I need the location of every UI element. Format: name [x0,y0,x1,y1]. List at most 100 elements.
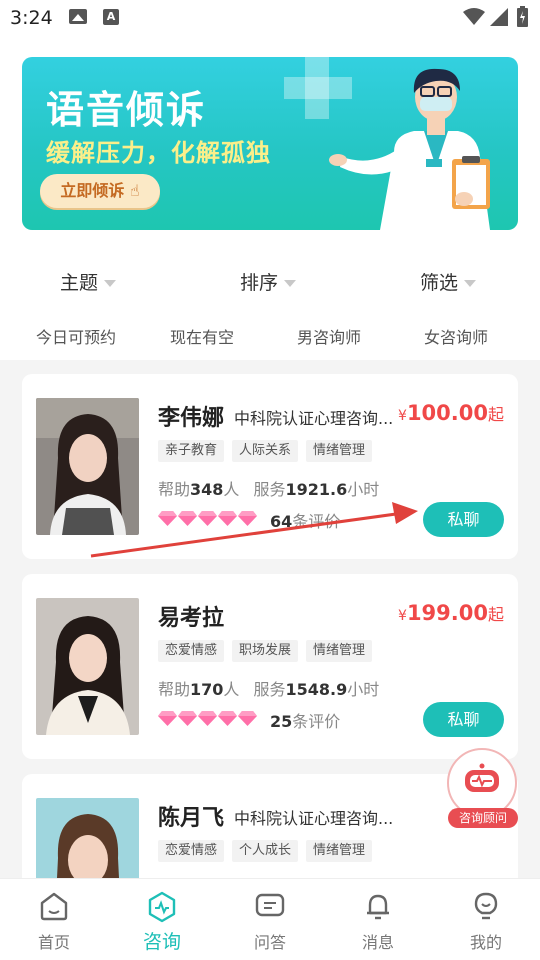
tag: 恋爱情感 [158,840,225,862]
filter-topic[interactable]: 主题 [60,268,117,295]
diamond-icon [158,711,177,726]
help-count: 170 [190,680,224,699]
counselor-avatar [36,598,139,735]
price-value: 100.00 [406,401,488,425]
review-count: 25条评价 [270,708,340,732]
banner-title: 语音倾诉 [46,88,207,132]
counselor-certification: 中科院认证心理咨询... [234,809,394,828]
help-unit: 人 [223,480,240,499]
tag: 情绪管理 [306,440,373,462]
diamond-icon [238,511,257,526]
status-time: 3:24 [10,7,53,29]
doctor-illustration [329,68,490,230]
wifi-icon [463,8,485,25]
rating-gems [158,511,257,526]
counselor-tags: 恋爱情感 个人成长 情绪管理 [158,840,373,862]
nav-label-consult: 咨询 [142,931,181,953]
counselor-tags: 恋爱情感 职场发展 情绪管理 [158,640,373,662]
counselor-avatar [36,398,139,535]
review-label: 条评价 [292,512,341,531]
quick-filter-today[interactable]: 今日可预约 [36,324,116,348]
quick-filter-female[interactable]: 女咨询师 [424,324,488,348]
quick-filter-male[interactable]: 男咨询师 [297,324,361,348]
signal-icon [490,8,508,26]
banner-cta-button[interactable]: 立即倾诉 ☝ [40,174,160,208]
review-number: 25 [270,712,293,731]
counselor-stats: 帮助348人 服务1921.6小时 [158,476,379,500]
counselor-name: 易考拉 [158,606,225,631]
consult-icon [148,891,176,923]
service-hours: 1548.9 [285,680,348,699]
price-suffix: 起 [487,405,504,424]
diamond-icon [178,711,197,726]
chevron-down-icon [284,280,297,287]
service-label: 服务 [253,680,286,699]
nav-label-messages: 消息 [361,933,394,952]
diamond-icon [218,711,237,726]
banner-subtitle: 缓解压力，化解孤独 [46,139,271,167]
consult-advisor-button[interactable]: 咨询顾问 [446,748,519,830]
counselor-price: ¥100.00起 [398,401,504,425]
nav-item-profile[interactable]: 我的 [432,879,540,960]
nav-label-home: 首页 [37,933,70,952]
private-chat-button[interactable]: 私聊 [423,502,504,537]
nav-item-messages[interactable]: 消息 [324,879,432,960]
review-count: 64条评价 [270,508,340,532]
counselor-price: ¥199.00起 [398,601,504,625]
filter-screen[interactable]: 筛选 [420,268,477,295]
diamond-icon [178,511,197,526]
help-label: 帮助 [158,480,191,499]
counselor-card[interactable]: 易考拉 ¥199.00起 恋爱情感 职场发展 情绪管理 帮助170人 服务1548… [22,574,518,759]
diamond-icon [198,511,217,526]
nav-label-profile: 我的 [469,933,502,952]
counselor-card[interactable]: 李伟娜 中科院认证心理咨询... ¥100.00起 亲子教育 人际关系 情绪管理… [22,374,518,559]
filter-topic-label: 主题 [60,272,99,294]
service-unit: 小时 [347,480,380,499]
currency-symbol: ¥ [398,408,407,424]
nav-item-home[interactable]: 首页 [0,879,108,960]
chevron-down-icon [464,280,477,287]
bell-icon [367,894,389,920]
quick-filter-available-now[interactable]: 现在有空 [170,324,234,348]
nav-item-qa[interactable]: 问答 [216,879,324,960]
diamond-icon [158,511,177,526]
image-notification-icon [69,9,87,24]
chevron-down-icon [104,280,117,287]
tag: 个人成长 [232,840,299,862]
counselor-tags: 亲子教育 人际关系 情绪管理 [158,440,373,462]
chat-bubble-icon [255,893,285,917]
voice-banner[interactable]: 语音倾诉 缓解压力，化解孤独 立即倾诉 ☝ [22,57,518,230]
price-value: 199.00 [406,601,488,625]
help-count: 348 [190,480,224,499]
rating-gems [158,711,257,726]
review-label: 条评价 [292,712,341,731]
header-section: 语音倾诉 缓解压力，化解孤独 立即倾诉 ☝ 主题 排序 筛选 今日可预约 现在有… [0,36,540,360]
lightbulb-icon [474,892,498,920]
battery-icon [517,6,528,27]
bottom-nav: 首页 咨询 问答 消息 我的 [0,878,540,960]
tag: 职场发展 [232,640,299,662]
filter-sort[interactable]: 排序 [240,268,297,295]
counselor-name: 陈月飞 [158,806,225,831]
status-bar: 3:24 A [0,0,540,36]
tag: 情绪管理 [306,640,373,662]
service-label: 服务 [253,480,286,499]
filter-sort-label: 排序 [240,272,279,294]
diamond-icon [238,711,257,726]
tag: 恋爱情感 [158,640,225,662]
help-unit: 人 [223,680,240,699]
nav-item-consult[interactable]: 咨询 [108,879,216,960]
review-number: 64 [270,512,293,531]
banner-cta-label: 立即倾诉 [60,181,125,200]
app-notification-icon: A [103,9,119,25]
home-icon [40,892,68,921]
nav-label-qa: 问答 [253,933,286,952]
tag: 亲子教育 [158,440,225,462]
counselor-certification: 中科院认证心理咨询... [234,409,394,428]
tag: 人际关系 [232,440,299,462]
service-unit: 小时 [347,680,380,699]
private-chat-button[interactable]: 私聊 [423,702,504,737]
counselor-name: 李伟娜 [158,406,225,431]
consult-advisor-label: 咨询顾问 [448,808,518,828]
counselor-stats: 帮助170人 服务1548.9小时 [158,676,379,700]
